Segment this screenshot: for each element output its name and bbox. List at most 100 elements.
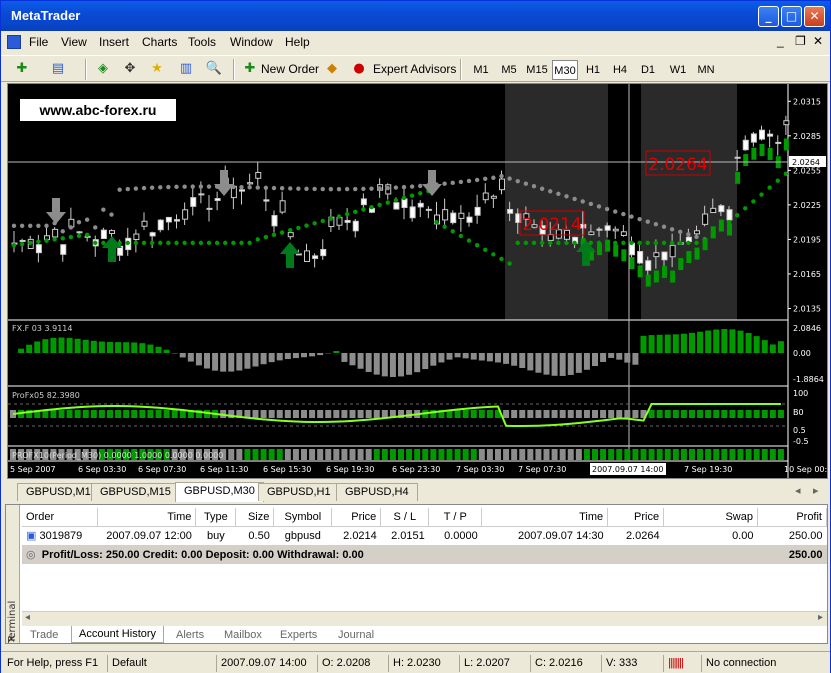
indicator3-bar bbox=[705, 449, 712, 460]
trend-block bbox=[662, 265, 667, 278]
trail-dot-green bbox=[296, 225, 301, 231]
candle-body bbox=[759, 129, 765, 140]
minimize-button[interactable]: _ bbox=[758, 6, 779, 27]
col-sl[interactable]: S / L bbox=[380, 508, 430, 527]
trail-dot-green bbox=[515, 240, 520, 246]
chart-tab-h4[interactable]: GBPUSD,H4 bbox=[336, 483, 418, 501]
histogram-bar bbox=[276, 353, 283, 361]
tab-scroll-left-icon[interactable]: ◂ bbox=[795, 484, 801, 497]
new-order-icon[interactable]: ✚ bbox=[241, 60, 259, 78]
mdi-restore-button[interactable]: ❐ bbox=[795, 34, 806, 48]
candle-body bbox=[100, 229, 107, 239]
maximize-button[interactable]: □ bbox=[781, 6, 802, 27]
trail-dot-green bbox=[466, 238, 472, 243]
tf-w1-button[interactable]: W1 bbox=[665, 60, 691, 80]
chart-tab-m30[interactable]: GBPUSD,M30 bbox=[175, 482, 264, 502]
horizontal-scrollbar[interactable]: ◂ ▸ bbox=[22, 611, 827, 626]
tf-m30-button[interactable]: M30 bbox=[552, 60, 578, 80]
app-icon[interactable] bbox=[7, 35, 21, 49]
chart-tab-m15[interactable]: GBPUSD,M15 bbox=[91, 483, 180, 501]
candle-body bbox=[109, 230, 115, 234]
menu-view[interactable]: View bbox=[61, 35, 87, 49]
menu-charts[interactable]: Charts bbox=[142, 35, 177, 49]
menu-file[interactable]: File bbox=[29, 35, 48, 49]
col-close-time[interactable]: Time bbox=[481, 508, 609, 527]
mdi-close-button[interactable]: ✕ bbox=[813, 34, 823, 48]
col-open-time[interactable]: Time bbox=[97, 508, 197, 527]
chart-tab-m1[interactable]: GBPUSD,M1 bbox=[17, 483, 100, 501]
close-button[interactable]: ✕ bbox=[804, 6, 825, 27]
scroll-left-icon[interactable]: ◂ bbox=[25, 612, 30, 623]
trail-dot-gray bbox=[523, 181, 529, 186]
terminal-tab-trade[interactable]: Trade bbox=[23, 627, 65, 644]
terminal-tab-alerts[interactable]: Alerts bbox=[169, 627, 211, 644]
col-symbol[interactable]: Symbol bbox=[273, 508, 333, 527]
summary-row: ◎ Profit/Loss: 250.00 Credit: 0.00 Depos… bbox=[22, 545, 827, 564]
title-bar[interactable]: MetaTrader _ □ ✕ bbox=[1, 1, 830, 31]
status-profile[interactable]: Default bbox=[107, 655, 215, 672]
tf-h4-button[interactable]: H4 bbox=[608, 60, 632, 80]
trail-dot-gray bbox=[466, 178, 472, 184]
col-close-price[interactable]: Price bbox=[607, 508, 665, 527]
menu-help[interactable]: Help bbox=[285, 35, 310, 49]
col-open-price[interactable]: Price bbox=[331, 508, 382, 527]
market-watch-icon[interactable]: ◈ bbox=[94, 60, 112, 78]
chart-tab-h1[interactable]: GBPUSD,H1 bbox=[258, 483, 340, 501]
terminal-tab-account-history[interactable]: Account History bbox=[71, 626, 165, 643]
new-chart-icon[interactable]: ✚ bbox=[13, 60, 31, 78]
price-chart[interactable]: 2.0214 2.0264 2.0315 2.0285 2.0255 2.0225 2.01… bbox=[7, 83, 828, 479]
trail-dot-green bbox=[377, 202, 382, 208]
indicator3-bar bbox=[543, 449, 550, 460]
tab-scroll-right-icon[interactable]: ▸ bbox=[813, 484, 819, 497]
col-tp[interactable]: T / P bbox=[428, 508, 483, 527]
indicator3-bar bbox=[519, 449, 526, 460]
histogram-bar bbox=[592, 353, 598, 367]
scroll-right-icon[interactable]: ▸ bbox=[818, 612, 823, 623]
data-window-icon[interactable]: ✥ bbox=[121, 60, 139, 78]
navigator-icon[interactable]: ★ bbox=[148, 60, 166, 78]
terminal-tab-experts[interactable]: Experts bbox=[273, 627, 324, 644]
trail-dot-gray bbox=[507, 176, 512, 181]
expert-advisors-icon[interactable]: ● bbox=[350, 60, 368, 78]
trail-dot-gray bbox=[141, 185, 147, 191]
col-size[interactable]: Size bbox=[235, 508, 275, 527]
time-label: 6 Sep 03:30 bbox=[78, 465, 126, 474]
trail-dot-green bbox=[637, 240, 642, 246]
tf-m5-button[interactable]: M5 bbox=[496, 60, 522, 80]
table-row[interactable]: ▣ 3019879 2007.09.07 12:00 buy 0.50 gbpu… bbox=[22, 526, 827, 545]
candle-body bbox=[174, 219, 180, 222]
new-order-button[interactable]: New Order bbox=[261, 62, 319, 76]
col-swap[interactable]: Swap bbox=[663, 508, 758, 527]
col-type[interactable]: Type bbox=[195, 508, 237, 527]
tf-m15-button[interactable]: M15 bbox=[523, 60, 551, 80]
histogram-bar bbox=[82, 339, 89, 353]
trail-dot-green bbox=[734, 213, 740, 218]
tf-m1-button[interactable]: M1 bbox=[468, 60, 494, 80]
trail-dot-green bbox=[556, 240, 561, 246]
expert-advisors-button[interactable]: Expert Advisors bbox=[373, 62, 456, 76]
summary-total: 250.00 bbox=[757, 545, 827, 564]
terminal-tab-mailbox[interactable]: Mailbox bbox=[217, 627, 269, 644]
trend-block bbox=[597, 243, 602, 256]
col-profit[interactable]: Profit bbox=[757, 508, 828, 527]
menu-tools[interactable]: Tools bbox=[188, 35, 216, 49]
tf-mn-button[interactable]: MN bbox=[693, 60, 719, 80]
terminal-tab-journal[interactable]: Journal bbox=[331, 627, 381, 644]
session-shade bbox=[641, 84, 737, 320]
indicator1-scale-mid: 0.00 bbox=[793, 349, 811, 358]
col-order[interactable]: Order bbox=[22, 508, 99, 527]
trail-dot-green bbox=[149, 240, 155, 246]
status-low: L: 2.0207 bbox=[459, 655, 529, 672]
status-high: H: 2.0230 bbox=[388, 655, 458, 672]
profiles-icon[interactable]: ▤ bbox=[49, 60, 67, 78]
mdi-minimize-button[interactable]: _ bbox=[777, 34, 784, 48]
menu-window[interactable]: Window bbox=[230, 35, 273, 49]
tf-d1-button[interactable]: D1 bbox=[636, 60, 660, 80]
chart-canvas[interactable]: 2.0214 2.0264 2.0315 2.0285 2.0255 2.0225 2.01… bbox=[8, 84, 827, 478]
metaeditor-icon[interactable]: ◆ bbox=[323, 60, 341, 78]
tf-h1-button[interactable]: H1 bbox=[581, 60, 605, 80]
terminal-icon[interactable]: ▥ bbox=[177, 60, 195, 78]
menu-insert[interactable]: Insert bbox=[99, 35, 129, 49]
indicator2-bar bbox=[616, 410, 623, 418]
tester-icon[interactable]: 🔍 bbox=[205, 60, 223, 78]
